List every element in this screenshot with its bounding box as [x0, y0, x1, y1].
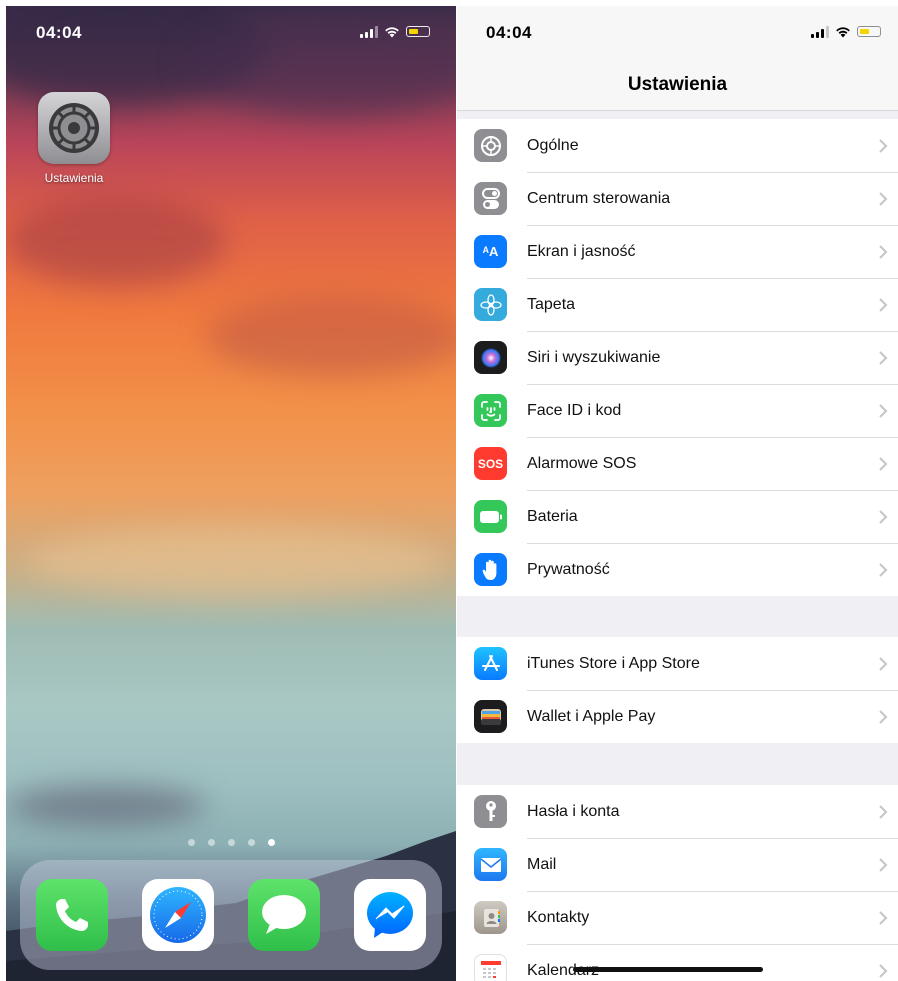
chevron-right-icon [879, 709, 888, 724]
chevron-right-icon [879, 562, 888, 577]
chevron-right-icon [879, 138, 888, 153]
settings-row-face-id[interactable]: Face ID i kod [457, 384, 898, 437]
key-icon [474, 795, 507, 828]
phone-icon [56, 899, 88, 931]
row-label: Mail [527, 855, 557, 873]
chevron-right-icon [879, 456, 888, 471]
row-label: Prywatność [527, 560, 610, 578]
status-time: 04:04 [486, 23, 532, 42]
chevron-right-icon [879, 191, 888, 206]
phone-app[interactable] [36, 879, 108, 951]
settings-row-battery[interactable]: Bateria [457, 490, 898, 543]
row-label: Ogólne [527, 136, 579, 154]
sos-icon: SOS [474, 447, 507, 480]
page-dot[interactable] [208, 839, 215, 846]
status-icons [360, 25, 430, 38]
safari-icon [150, 887, 206, 943]
row-label: Siri i wyszukiwanie [527, 348, 661, 366]
messenger-app[interactable] [354, 879, 426, 951]
battery-icon [406, 26, 430, 37]
status-time: 04:04 [36, 23, 82, 42]
settings-app-label: Ustawienia [44, 171, 104, 185]
settings-group-stores: iTunes Store i App Store Wallet i Apple … [457, 637, 898, 743]
settings-app[interactable]: Ustawienia [38, 92, 110, 185]
battery-icon [857, 26, 881, 37]
settings-row-contacts[interactable]: Kontakty [457, 891, 898, 944]
settings-screen: 04:04 Ustawienia Ogólne Centrum sterowan… [457, 6, 898, 981]
chevron-right-icon [879, 350, 888, 365]
siri-icon [474, 341, 507, 374]
safari-app[interactable] [142, 879, 214, 951]
settings-row-privacy[interactable]: Prywatność [457, 543, 898, 596]
row-label: Hasła i konta [527, 802, 620, 820]
settings-row-general[interactable]: Ogólne [457, 119, 898, 172]
page-dot-active[interactable] [268, 839, 275, 846]
row-label: Centrum sterowania [527, 189, 671, 207]
chevron-right-icon [879, 509, 888, 524]
page-title: Ustawienia [627, 74, 728, 95]
chevron-right-icon [879, 656, 888, 671]
messenger-icon [367, 892, 413, 938]
row-label: Kontakty [527, 908, 590, 926]
calendar-icon [474, 954, 507, 981]
page-dot[interactable] [228, 839, 235, 846]
settings-row-passwords[interactable]: Hasła i konta [457, 785, 898, 838]
chevron-right-icon [879, 910, 888, 925]
status-icons [811, 25, 881, 38]
chevron-right-icon [879, 244, 888, 259]
contacts-icon [474, 901, 507, 934]
hand-icon [474, 553, 507, 586]
wifi-icon [836, 27, 850, 38]
gear-icon [49, 103, 99, 153]
row-label: iTunes Store i App Store [527, 654, 700, 672]
row-label: Face ID i kod [527, 401, 622, 419]
row-label: Bateria [527, 507, 578, 525]
messages-app[interactable] [248, 879, 320, 951]
text-size-icon: ᴬA [474, 235, 507, 268]
mail-icon [474, 848, 507, 881]
settings-row-siri[interactable]: Siri i wyszukiwanie [457, 331, 898, 384]
chevron-right-icon [879, 403, 888, 418]
settings-row-display[interactable]: ᴬA Ekran i jasność [457, 225, 898, 278]
page-dot[interactable] [188, 839, 195, 846]
chevron-right-icon [879, 804, 888, 819]
cloud [26, 526, 446, 596]
home-indicator[interactable] [573, 967, 763, 972]
cloud [6, 196, 226, 286]
signal-icon [360, 25, 378, 38]
settings-row-control-center[interactable]: Centrum sterowania [457, 172, 898, 225]
nav-bar: 04:04 Ustawienia [457, 6, 898, 111]
settings-row-wallet[interactable]: Wallet i Apple Pay [457, 690, 898, 743]
battery-icon [474, 500, 507, 533]
settings-app-icon[interactable] [38, 92, 110, 164]
signal-icon [811, 25, 829, 38]
row-label: Tapeta [527, 295, 576, 313]
row-label: Wallet i Apple Pay [527, 707, 656, 725]
cloud [206, 296, 456, 376]
wallet-icon [474, 700, 507, 733]
row-label: Alarmowe SOS [527, 454, 637, 472]
row-label: Ekran i jasność [527, 242, 636, 260]
switches-icon [474, 182, 507, 215]
home-screen: 04:04 Ustawienia [6, 6, 456, 981]
gear-icon [474, 129, 507, 162]
settings-row-wallpaper[interactable]: Tapeta [457, 278, 898, 331]
chevron-right-icon [879, 297, 888, 312]
app-store-icon [474, 647, 507, 680]
flower-icon [474, 288, 507, 321]
page-indicator[interactable] [188, 839, 275, 846]
settings-group-main: Ogólne Centrum sterowania ᴬA Ekran i jas… [457, 119, 898, 596]
messages-icon [262, 895, 306, 934]
settings-row-mail[interactable]: Mail [457, 838, 898, 891]
chevron-right-icon [879, 963, 888, 978]
page-dot[interactable] [248, 839, 255, 846]
wifi-icon [385, 27, 399, 38]
settings-row-calendar[interactable]: Kalendarz [457, 944, 898, 981]
face-id-icon [474, 394, 507, 427]
chevron-right-icon [879, 857, 888, 872]
settings-group-accounts: Hasła i konta Mail Kontakty Kalendarz [457, 785, 898, 981]
dock [20, 860, 442, 970]
settings-row-sos[interactable]: SOS Alarmowe SOS [457, 437, 898, 490]
settings-row-app-store[interactable]: iTunes Store i App Store [457, 637, 898, 690]
